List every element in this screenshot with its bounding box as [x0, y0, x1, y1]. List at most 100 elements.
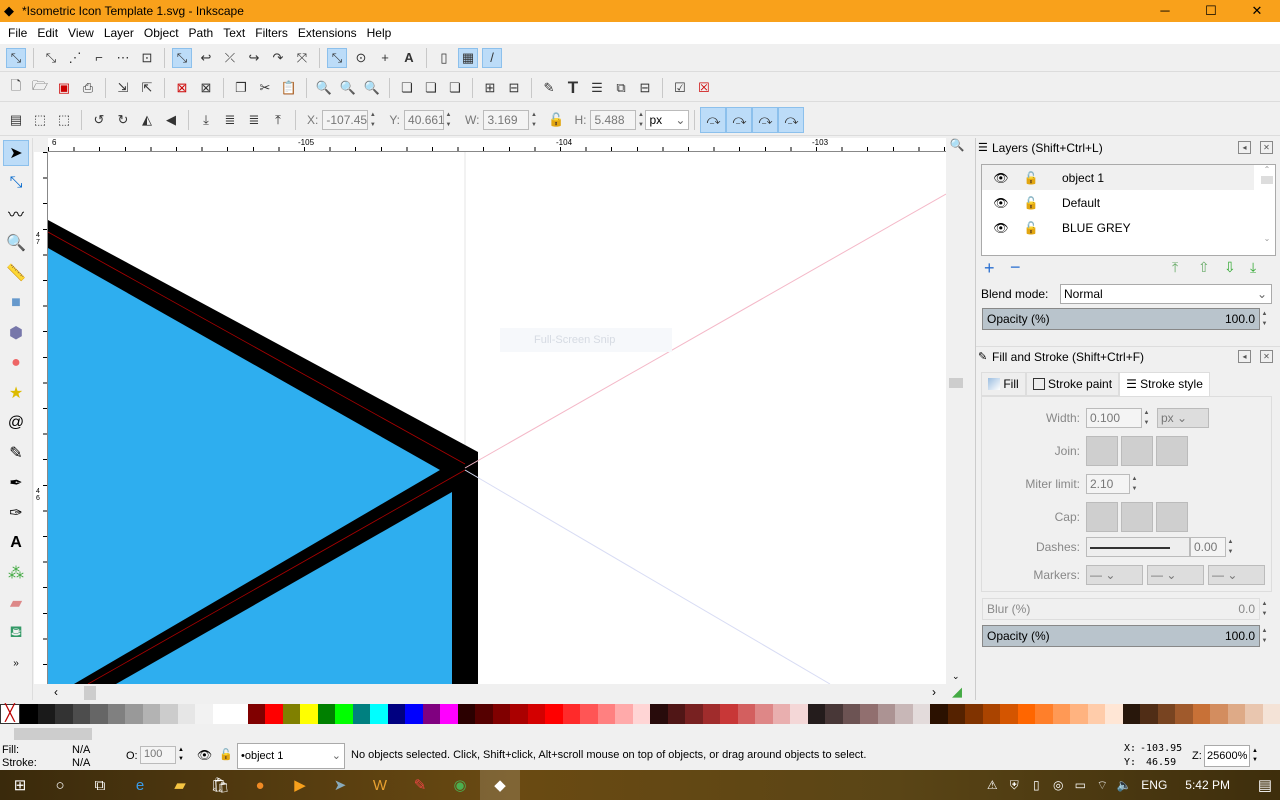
calligraphy-tool-icon[interactable]: ✑: [3, 500, 29, 526]
color-swatch[interactable]: [475, 704, 493, 724]
color-swatch[interactable]: [597, 704, 615, 724]
xml-editor-icon[interactable]: ⧉: [611, 78, 631, 98]
ungroup-icon[interactable]: ⊟: [504, 78, 524, 98]
new-document-icon[interactable]: 🗋: [6, 78, 26, 98]
color-swatch[interactable]: [230, 704, 248, 724]
layer-visibility-icon[interactable]: 👁: [197, 748, 212, 762]
paint-bucket-tool-icon[interactable]: ⛾: [3, 620, 29, 646]
menu-layer[interactable]: Layer: [104, 26, 134, 40]
zoom-selection-icon[interactable]: 🔍: [314, 78, 334, 98]
object-opacity-spinner[interactable]: ▲ ▼: [1260, 626, 1269, 646]
unit-select[interactable]: px ⌄: [645, 109, 690, 130]
close-button[interactable]: ✕: [1234, 0, 1280, 22]
import-icon[interactable]: ⇲: [113, 78, 133, 98]
color-swatch[interactable]: [1245, 704, 1263, 724]
stroke-width-field[interactable]: 0.100: [1086, 407, 1142, 428]
menu-object[interactable]: Object: [144, 26, 179, 40]
end-marker-select[interactable]: — ⌄: [1208, 565, 1265, 585]
color-swatch[interactable]: [842, 704, 860, 724]
cut-icon[interactable]: ✂: [255, 78, 275, 98]
action-center-icon[interactable]: ▤: [1250, 770, 1280, 800]
selector-tool-icon[interactable]: ➤: [3, 140, 29, 166]
menu-view[interactable]: View: [68, 26, 94, 40]
color-swatch[interactable]: [1087, 704, 1105, 724]
lower-layer-bottom-icon[interactable]: ⤓: [1250, 259, 1256, 276]
color-swatch[interactable]: [615, 704, 633, 724]
flip-horizontal-icon[interactable]: ◭: [137, 110, 157, 130]
layer-opacity-slider[interactable]: Opacity (%) 100.0: [982, 308, 1260, 330]
color-swatch[interactable]: [877, 704, 895, 724]
snap-guide-icon[interactable]: /: [482, 47, 502, 68]
text-font-icon[interactable]: T: [563, 78, 583, 98]
paste-icon[interactable]: 📋: [279, 78, 299, 98]
color-swatch[interactable]: [177, 704, 195, 724]
tab-stroke-paint[interactable]: Stroke paint: [1025, 372, 1120, 396]
opacity-spinner[interactable]: ▲ ▼: [178, 746, 184, 764]
menu-text[interactable]: Text: [223, 26, 245, 40]
color-swatch[interactable]: [545, 704, 563, 724]
dashes-select[interactable]: [1086, 537, 1190, 557]
rotate-cw-icon[interactable]: ↻: [113, 110, 133, 130]
color-swatch[interactable]: [720, 704, 738, 724]
tab-fill[interactable]: Fill: [981, 372, 1026, 396]
w-spinner[interactable]: ▲ ▼: [529, 110, 538, 130]
ellipse-tool-icon[interactable]: ●: [3, 350, 29, 376]
color-swatch[interactable]: [370, 704, 388, 724]
color-swatch[interactable]: [772, 704, 790, 724]
color-swatch[interactable]: [825, 704, 843, 724]
join-miter-button[interactable]: [1086, 435, 1118, 466]
color-swatch[interactable]: [1000, 704, 1018, 724]
scale-stroke-icon[interactable]: ⤼: [700, 106, 727, 133]
color-swatch[interactable]: [107, 704, 125, 724]
open-icon[interactable]: 🗁: [30, 78, 50, 98]
group-icon[interactable]: ⊞: [480, 78, 500, 98]
color-swatch[interactable]: [685, 704, 703, 724]
color-swatch[interactable]: [1227, 704, 1245, 724]
color-swatch[interactable]: [860, 704, 878, 724]
color-swatch[interactable]: [422, 704, 440, 724]
color-swatch[interactable]: [1192, 704, 1210, 724]
visibility-eye-icon[interactable]: 👁: [986, 171, 1016, 185]
color-swatch[interactable]: [1262, 704, 1280, 724]
raise-layer-top-icon[interactable]: ⤒: [1172, 259, 1178, 276]
snap-bbox-icon[interactable]: ⤡: [41, 48, 61, 68]
firefox-icon[interactable]: ●: [240, 770, 280, 800]
lock-icon[interactable]: 🔓: [546, 110, 566, 130]
color-swatch[interactable]: [755, 704, 773, 724]
color-swatch[interactable]: [20, 704, 38, 724]
opacity-spinner[interactable]: ▲ ▼: [1260, 309, 1269, 329]
color-swatch[interactable]: [160, 704, 178, 724]
unlink-clone-icon[interactable]: ❏: [445, 78, 465, 98]
maximize-button[interactable]: ☐: [1188, 0, 1234, 22]
color-swatch[interactable]: [405, 704, 423, 724]
defender-shield-icon[interactable]: ⛨: [1003, 770, 1025, 800]
color-swatch[interactable]: [335, 704, 353, 724]
color-swatch[interactable]: [125, 704, 143, 724]
snap-bbox-edge-icon[interactable]: ⋰: [65, 48, 85, 68]
eraser-tool-icon[interactable]: ▰: [3, 590, 29, 616]
color-swatch[interactable]: [1157, 704, 1175, 724]
color-swatch[interactable]: [947, 704, 965, 724]
app-arrow-icon[interactable]: ➤: [320, 770, 360, 800]
color-swatch[interactable]: [1017, 704, 1035, 724]
remove-layer-icon[interactable]: −: [1010, 257, 1021, 278]
color-swatch[interactable]: [440, 704, 458, 724]
clock[interactable]: 5:42 PM: [1185, 778, 1230, 792]
menu-path[interactable]: Path: [189, 26, 214, 40]
snap-midpoint-icon[interactable]: ⤧: [292, 48, 312, 68]
color-swatch[interactable]: [72, 704, 90, 724]
select-all-layers-icon[interactable]: ⬚: [30, 110, 50, 130]
color-swatch[interactable]: [247, 704, 265, 724]
layer-row[interactable]: 👁 🔓 object 1: [982, 165, 1254, 190]
zoom-drawing-icon[interactable]: 🔍: [338, 78, 358, 98]
lock-icon[interactable]: 🔓: [1016, 221, 1046, 235]
color-swatch[interactable]: [1210, 704, 1228, 724]
paint-app-icon[interactable]: ✎: [400, 770, 440, 800]
miter-limit-field[interactable]: 2.10: [1086, 473, 1130, 494]
color-swatch[interactable]: [90, 704, 108, 724]
save-icon[interactable]: ▣: [54, 78, 74, 98]
scale-corners-icon[interactable]: ⤼: [726, 106, 753, 133]
fill-stroke-icon[interactable]: ✎: [539, 78, 559, 98]
task-view-icon[interactable]: ⧉: [80, 770, 120, 800]
color-swatch[interactable]: [1140, 704, 1158, 724]
